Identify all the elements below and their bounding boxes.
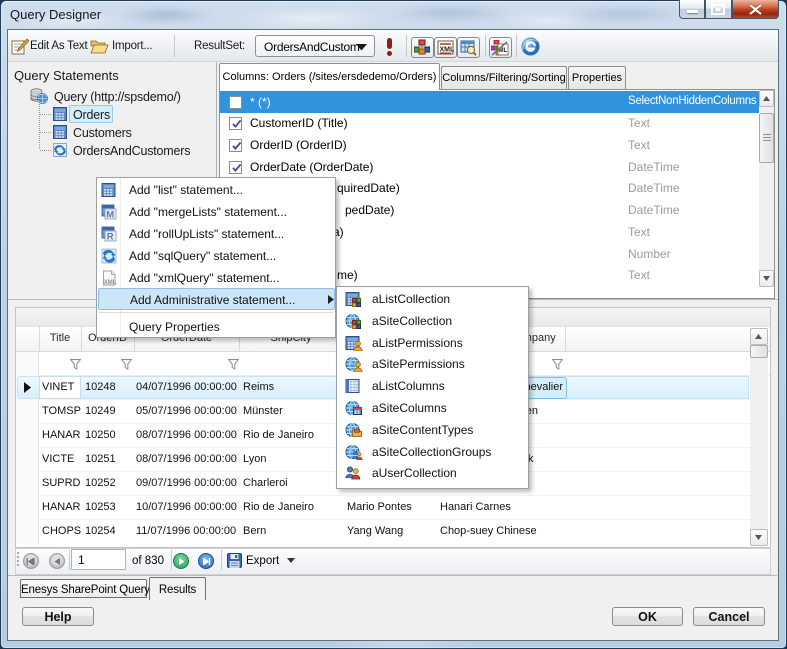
svg-text:R: R — [107, 232, 114, 243]
svg-text:XML: XML — [440, 47, 455, 54]
svg-text:XML: XML — [104, 280, 117, 286]
svg-text:M: M — [106, 210, 114, 221]
